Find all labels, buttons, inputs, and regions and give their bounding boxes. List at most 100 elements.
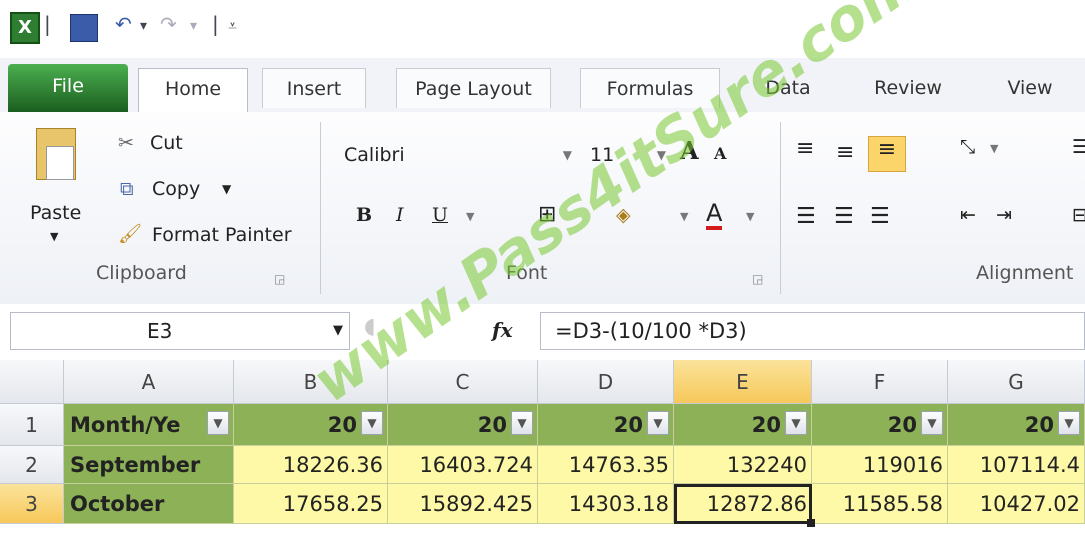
tab-data[interactable]: Data	[748, 68, 828, 108]
select-all-corner[interactable]	[0, 360, 64, 404]
filter-active-icon[interactable]: ▼	[511, 411, 533, 435]
font-color-button[interactable]: A	[706, 200, 723, 230]
increase-indent-icon[interactable]: ⇥	[996, 204, 1012, 226]
table-cell[interactable]: 14763.35	[538, 446, 674, 484]
ribbon-tabs: File Home Insert Page Layout Formulas Da…	[0, 58, 1085, 113]
table-header-cell[interactable]: 20 ▼	[234, 404, 388, 446]
tab-view[interactable]: View	[990, 68, 1070, 108]
grow-font-button[interactable]: A	[680, 136, 699, 165]
formula-input[interactable]: =D3-(10/100 *D3)	[540, 312, 1085, 350]
redo-dropdown[interactable]: ▾	[190, 18, 197, 34]
formula-bar-handle[interactable]: ◖	[364, 314, 376, 339]
copy-button[interactable]: Copy	[152, 178, 200, 200]
filter-active-icon[interactable]: ▼	[921, 411, 943, 435]
table-cell[interactable]: 15892.425	[388, 484, 538, 524]
tab-formulas[interactable]: Formulas	[580, 68, 720, 108]
font-launcher-icon[interactable]: ◲	[752, 272, 763, 286]
table-cell[interactable]: 107114.4	[948, 446, 1085, 484]
shrink-font-button[interactable]: A	[714, 144, 726, 163]
col-header-d[interactable]: D	[538, 360, 674, 404]
orientation-icon[interactable]: ⤡	[960, 136, 975, 158]
toolbar-separator: |	[44, 12, 51, 36]
format-painter-button[interactable]: Format Painter	[152, 224, 292, 246]
font-color-dropdown-icon[interactable]: ▼	[746, 210, 754, 223]
table-header-cell[interactable]: 20 ▼	[948, 404, 1085, 446]
fill-dropdown-icon[interactable]: ▼	[680, 210, 688, 223]
col-header-b[interactable]: B	[234, 360, 388, 404]
wrap-text-icon[interactable]: ☰	[1072, 136, 1085, 158]
borders-icon[interactable]: ⊞	[538, 202, 556, 227]
col-header-f[interactable]: F	[812, 360, 948, 404]
undo-icon[interactable]: ↶	[115, 12, 132, 36]
customize-icon[interactable]: ⩡	[228, 16, 237, 36]
table-cell[interactable]: 119016	[812, 446, 948, 484]
align-middle-icon[interactable]: ≡	[836, 140, 854, 165]
filter-dropdown-icon[interactable]: ▼	[361, 411, 383, 435]
align-bottom-icon[interactable]: ≡	[868, 136, 906, 172]
redo-icon[interactable]: ↷	[160, 12, 177, 36]
row-header-3[interactable]: 3	[0, 484, 64, 524]
tab-review[interactable]: Review	[858, 68, 958, 108]
filter-dropdown-icon[interactable]: ▼	[785, 411, 807, 435]
tab-page-layout[interactable]: Page Layout	[396, 68, 551, 108]
orientation-dropdown-icon[interactable]: ▼	[990, 142, 998, 155]
paste-dropdown-icon[interactable]: ▼	[50, 230, 58, 243]
align-left-icon[interactable]: ☰	[796, 204, 816, 229]
paste-button[interactable]: Paste	[30, 202, 81, 224]
table-header-cell[interactable]: Month/Ye ▼	[64, 404, 234, 446]
tab-insert[interactable]: Insert	[262, 68, 366, 108]
filter-dropdown-icon[interactable]: ▼	[647, 411, 669, 435]
filter-dropdown-icon[interactable]: ▼	[207, 411, 229, 435]
table-header-cell[interactable]: 20 ▼	[388, 404, 538, 446]
font-name-combo[interactable]: Calibri ▼	[338, 138, 578, 174]
insert-function-button[interactable]: fx	[492, 318, 513, 342]
group-divider	[780, 122, 781, 294]
tab-file[interactable]: File	[8, 64, 128, 112]
table-cell[interactable]: 11585.58	[812, 484, 948, 524]
table-header-cell[interactable]: 20 ▼	[538, 404, 674, 446]
table-header-cell[interactable]: 20 ▼	[674, 404, 812, 446]
table-cell[interactable]: 10427.02	[948, 484, 1085, 524]
filter-dropdown-icon[interactable]: ▼	[1058, 411, 1080, 435]
table-cell[interactable]: October	[64, 484, 234, 524]
table-cell[interactable]: September	[64, 446, 234, 484]
merge-icon[interactable]: ⊟	[1072, 204, 1085, 226]
row-header-1[interactable]: 1	[0, 404, 64, 446]
align-center-icon[interactable]: ☰	[834, 204, 854, 229]
row-header-2[interactable]: 2	[0, 446, 64, 484]
underline-dropdown-icon[interactable]: ▼	[466, 210, 474, 223]
table-cell[interactable]: 17658.25	[234, 484, 388, 524]
col-header-g[interactable]: G	[948, 360, 1085, 404]
name-box-value: E3	[147, 319, 173, 343]
tab-home[interactable]: Home	[138, 68, 248, 113]
table-cell[interactable]: 18226.36	[234, 446, 388, 484]
col-header-c[interactable]: C	[388, 360, 538, 404]
col-header-a[interactable]: A	[64, 360, 234, 404]
undo-dropdown[interactable]: ▾	[140, 18, 147, 34]
fill-color-icon[interactable]: ◈	[616, 204, 631, 226]
save-icon[interactable]	[70, 14, 98, 42]
underline-button[interactable]: U	[432, 204, 448, 226]
align-right-icon[interactable]: ☰	[870, 204, 890, 229]
bold-button[interactable]: B	[356, 204, 372, 226]
align-top-icon[interactable]: ≡	[796, 136, 814, 161]
copy-dropdown-icon[interactable]: ▼	[222, 182, 231, 196]
header-text: 20	[613, 413, 643, 437]
fill-handle[interactable]	[807, 519, 815, 527]
table-header-cell[interactable]: 20 ▼	[812, 404, 948, 446]
cut-button[interactable]: Cut	[150, 132, 183, 154]
italic-button[interactable]: I	[396, 204, 404, 226]
ribbon-home: Paste ▼ ✂ Cut ⧉ Copy ▼ 🖌 Format Painter …	[0, 112, 1085, 305]
clipboard-launcher-icon[interactable]: ◲	[274, 272, 285, 286]
col-header-e[interactable]: E	[674, 360, 812, 404]
table-cell[interactable]: 14303.18	[538, 484, 674, 524]
group-divider	[320, 122, 321, 294]
decrease-indent-icon[interactable]: ⇤	[960, 204, 976, 226]
chevron-down-icon[interactable]: ▼	[333, 313, 343, 349]
table-cell[interactable]: 132240	[674, 446, 812, 484]
font-size-combo[interactable]: 11 ▼	[584, 138, 672, 174]
font-group-label: Font	[506, 262, 548, 284]
table-cell[interactable]: 16403.724	[388, 446, 538, 484]
name-box[interactable]: E3 ▼	[10, 312, 350, 350]
active-cell[interactable]: 12872.86	[674, 484, 812, 524]
